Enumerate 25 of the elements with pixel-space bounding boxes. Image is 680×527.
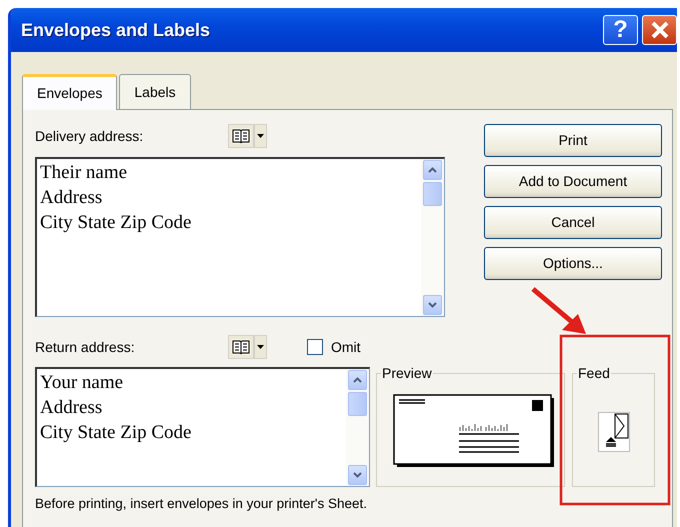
envelope-feed-icon	[598, 412, 630, 452]
dropdown-button[interactable]	[254, 124, 267, 148]
dialog-button[interactable]: Cancel	[484, 206, 662, 239]
checkbox[interactable]	[307, 339, 323, 355]
address-book-button[interactable]	[228, 124, 254, 148]
arrow-annotation	[531, 287, 586, 334]
dropdown-button[interactable]	[254, 335, 267, 359]
tab[interactable]: Envelopes	[22, 74, 118, 110]
dialog-button[interactable]: Options...	[484, 247, 662, 280]
tab[interactable]: Labels	[119, 74, 191, 109]
close-button[interactable]	[642, 15, 677, 45]
checkbox-label: Omit	[331, 338, 361, 356]
dialog-button[interactable]: Print	[484, 124, 662, 157]
instruction-text: Before printing, insert envelopes in your printer's Sheet.	[35, 495, 368, 513]
book-icon	[232, 129, 250, 143]
address-book-button[interactable]	[228, 335, 254, 359]
close-icon	[650, 20, 670, 40]
help-button[interactable]: ?	[603, 15, 638, 45]
dialog-button[interactable]: Add to Document	[484, 165, 662, 198]
window-title: Envelopes and Labels	[21, 18, 210, 42]
caret-icon	[257, 134, 264, 138]
caret-icon	[257, 345, 264, 349]
field-label: Return address:	[35, 338, 136, 356]
field-label: Delivery address:	[35, 126, 144, 146]
book-icon	[232, 340, 250, 354]
